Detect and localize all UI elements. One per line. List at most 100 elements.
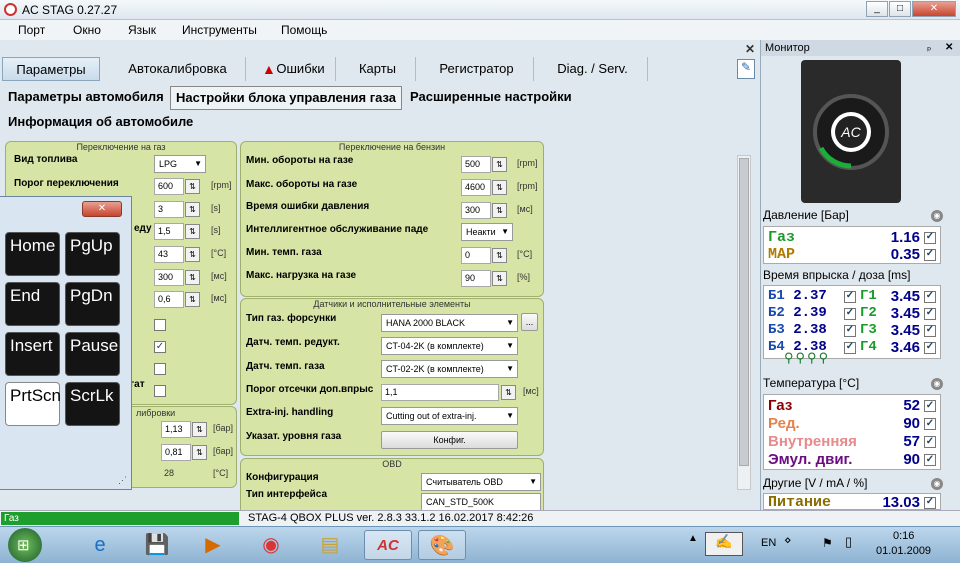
paint-icon[interactable]: 🎨: [418, 530, 466, 560]
petrol-injection-checkbox[interactable]: ✓: [844, 342, 856, 354]
gas-pressure-checkbox[interactable]: ✓: [924, 232, 936, 244]
key-pgup[interactable]: PgUp: [65, 232, 120, 276]
tab-recorder[interactable]: Регистратор: [420, 57, 534, 81]
monitor-close-icon[interactable]: ✕: [945, 42, 953, 53]
clock-time[interactable]: 0:16: [893, 530, 914, 542]
tab-autocalibration[interactable]: Автокалибровка: [110, 57, 246, 81]
gas-injection-checkbox[interactable]: ✓: [924, 342, 936, 354]
pressure-error-time-spinner[interactable]: ⇅: [492, 203, 507, 218]
option-checkbox-3[interactable]: [154, 363, 166, 375]
pen-input-icon[interactable]: ✍: [705, 532, 743, 556]
param-spinner-6[interactable]: ⇅: [185, 292, 200, 307]
fuel-switch-button[interactable]: AC: [801, 60, 901, 203]
pin-icon[interactable]: ₚ: [927, 42, 931, 53]
gas-injection-checkbox[interactable]: ✓: [924, 325, 936, 337]
petrol-injection-checkbox[interactable]: ✓: [844, 308, 856, 320]
chrome-icon[interactable]: ◉: [251, 530, 291, 560]
subtab-vehicle-info[interactable]: Информация об автомобиле: [3, 111, 198, 135]
clock-date[interactable]: 01.01.2009: [876, 545, 931, 557]
menu-language[interactable]: Язык: [128, 23, 156, 37]
calib-spinner-1[interactable]: ⇅: [192, 422, 207, 437]
obd-config-select[interactable]: Считыватель OBD ▼: [421, 473, 541, 491]
internet-explorer-icon[interactable]: e: [80, 530, 120, 560]
config-button[interactable]: Конфиг.: [381, 431, 518, 449]
min-rpm-spinner[interactable]: ⇅: [492, 157, 507, 172]
keyboard-close-button[interactable]: ✕: [82, 201, 122, 217]
option-checkbox-1[interactable]: [154, 319, 166, 331]
extra-inj-handling-select[interactable]: Cutting out of extra-inj. ▼: [381, 407, 518, 425]
key-pgdn[interactable]: PgDn: [65, 282, 120, 326]
key-pause[interactable]: Pause: [65, 332, 120, 376]
resize-grip-icon[interactable]: ⋰: [118, 475, 127, 486]
key-prtscn[interactable]: PrtScn: [5, 382, 61, 426]
calib-input-2[interactable]: 0,81: [161, 444, 191, 461]
media-player-icon[interactable]: ▶: [193, 530, 233, 560]
temperature-info-icon[interactable]: ◉: [931, 378, 943, 390]
key-scrlk[interactable]: ScrLk: [65, 382, 120, 426]
language-indicator[interactable]: EN: [761, 537, 776, 549]
temperature-checkbox[interactable]: ✓: [924, 400, 936, 412]
param-input-3[interactable]: 1,5: [154, 223, 184, 240]
other-info-icon[interactable]: ◉: [931, 478, 943, 490]
injector-more-button[interactable]: ...: [521, 313, 538, 331]
subtab-advanced-settings[interactable]: Расширенные настройки: [405, 86, 577, 110]
max-rpm-spinner[interactable]: ⇅: [492, 180, 507, 195]
subtab-gas-ecu-settings[interactable]: Настройки блока управления газа: [170, 86, 403, 110]
menu-port[interactable]: Порт: [18, 23, 45, 37]
calib-input-1[interactable]: 1,13: [161, 421, 191, 438]
start-button[interactable]: ⊞: [8, 528, 42, 562]
max-load-spinner[interactable]: ⇅: [492, 271, 507, 286]
key-home[interactable]: Home: [5, 232, 60, 276]
menu-window[interactable]: Окно: [73, 23, 101, 37]
close-pane-icon[interactable]: ✕: [745, 42, 755, 56]
param-input-5[interactable]: 300: [154, 269, 184, 286]
minimize-button[interactable]: _: [866, 1, 888, 17]
main-scrollbar[interactable]: [737, 155, 751, 490]
help-icon[interactable]: ✎: [737, 59, 755, 79]
extra-inj-threshold-input[interactable]: 1,1: [381, 384, 499, 401]
param-input-6[interactable]: 0,6: [154, 291, 184, 308]
param-spinner-2[interactable]: ⇅: [185, 202, 200, 217]
ac-stag-taskbar-icon[interactable]: AC: [364, 530, 412, 560]
subtab-vehicle-params[interactable]: Параметры автомобиля: [3, 86, 169, 110]
param-spinner-3[interactable]: ⇅: [185, 224, 200, 239]
switch-threshold-input[interactable]: 600: [154, 178, 184, 195]
reducer-temp-sensor-select[interactable]: CT-04-2K (в комплекте) ▼: [381, 337, 518, 355]
max-load-input[interactable]: 90: [461, 270, 491, 287]
min-gas-temp-input[interactable]: 0: [461, 247, 491, 264]
tab-maps[interactable]: Карты: [340, 57, 416, 81]
key-insert[interactable]: Insert: [5, 332, 60, 376]
menu-help[interactable]: Помощь: [281, 23, 327, 37]
smart-service-select[interactable]: Неакти ▼: [461, 223, 513, 241]
show-hidden-icons[interactable]: ▲: [688, 533, 698, 544]
tab-errors[interactable]: ▲ Ошибки: [250, 57, 336, 81]
fuel-type-select[interactable]: LPG ▼: [154, 155, 206, 173]
extra-inj-threshold-spinner[interactable]: ⇅: [501, 385, 516, 400]
battery-icon[interactable]: ▯: [845, 534, 852, 550]
tab-diag-serv[interactable]: Diag. / Serv.: [538, 57, 648, 81]
gas-injection-checkbox[interactable]: ✓: [924, 291, 936, 303]
scrollbar-thumb[interactable]: [739, 158, 749, 466]
action-center-flag-icon[interactable]: ⚑: [822, 536, 833, 550]
param-input-2[interactable]: 3: [154, 201, 184, 218]
temperature-checkbox[interactable]: ✓: [924, 454, 936, 466]
map-checkbox[interactable]: ✓: [924, 249, 936, 261]
option-checkbox-4[interactable]: [154, 385, 166, 397]
min-gas-temp-spinner[interactable]: ⇅: [492, 248, 507, 263]
temperature-checkbox[interactable]: ✓: [924, 418, 936, 430]
petrol-injection-checkbox[interactable]: ✓: [844, 291, 856, 303]
gas-temp-sensor-select[interactable]: CT-02-2K (в комплекте) ▼: [381, 360, 518, 378]
maximize-button[interactable]: □: [889, 1, 911, 17]
param-spinner-5[interactable]: ⇅: [185, 270, 200, 285]
file-explorer-icon[interactable]: ▤: [310, 530, 350, 560]
interface-type-select[interactable]: CAN_STD_500K: [421, 493, 541, 510]
temperature-checkbox[interactable]: ✓: [924, 436, 936, 448]
switch-threshold-spinner[interactable]: ⇅: [185, 179, 200, 194]
param-input-4[interactable]: 43: [154, 246, 184, 263]
param-spinner-4[interactable]: ⇅: [185, 247, 200, 262]
menu-tools[interactable]: Инструменты: [182, 23, 257, 37]
close-window-button[interactable]: ✕: [912, 1, 956, 17]
calib-spinner-2[interactable]: ⇅: [192, 445, 207, 460]
gas-injection-checkbox[interactable]: ✓: [924, 308, 936, 320]
keyboard-layout-icon[interactable]: ⋄: [784, 533, 792, 547]
